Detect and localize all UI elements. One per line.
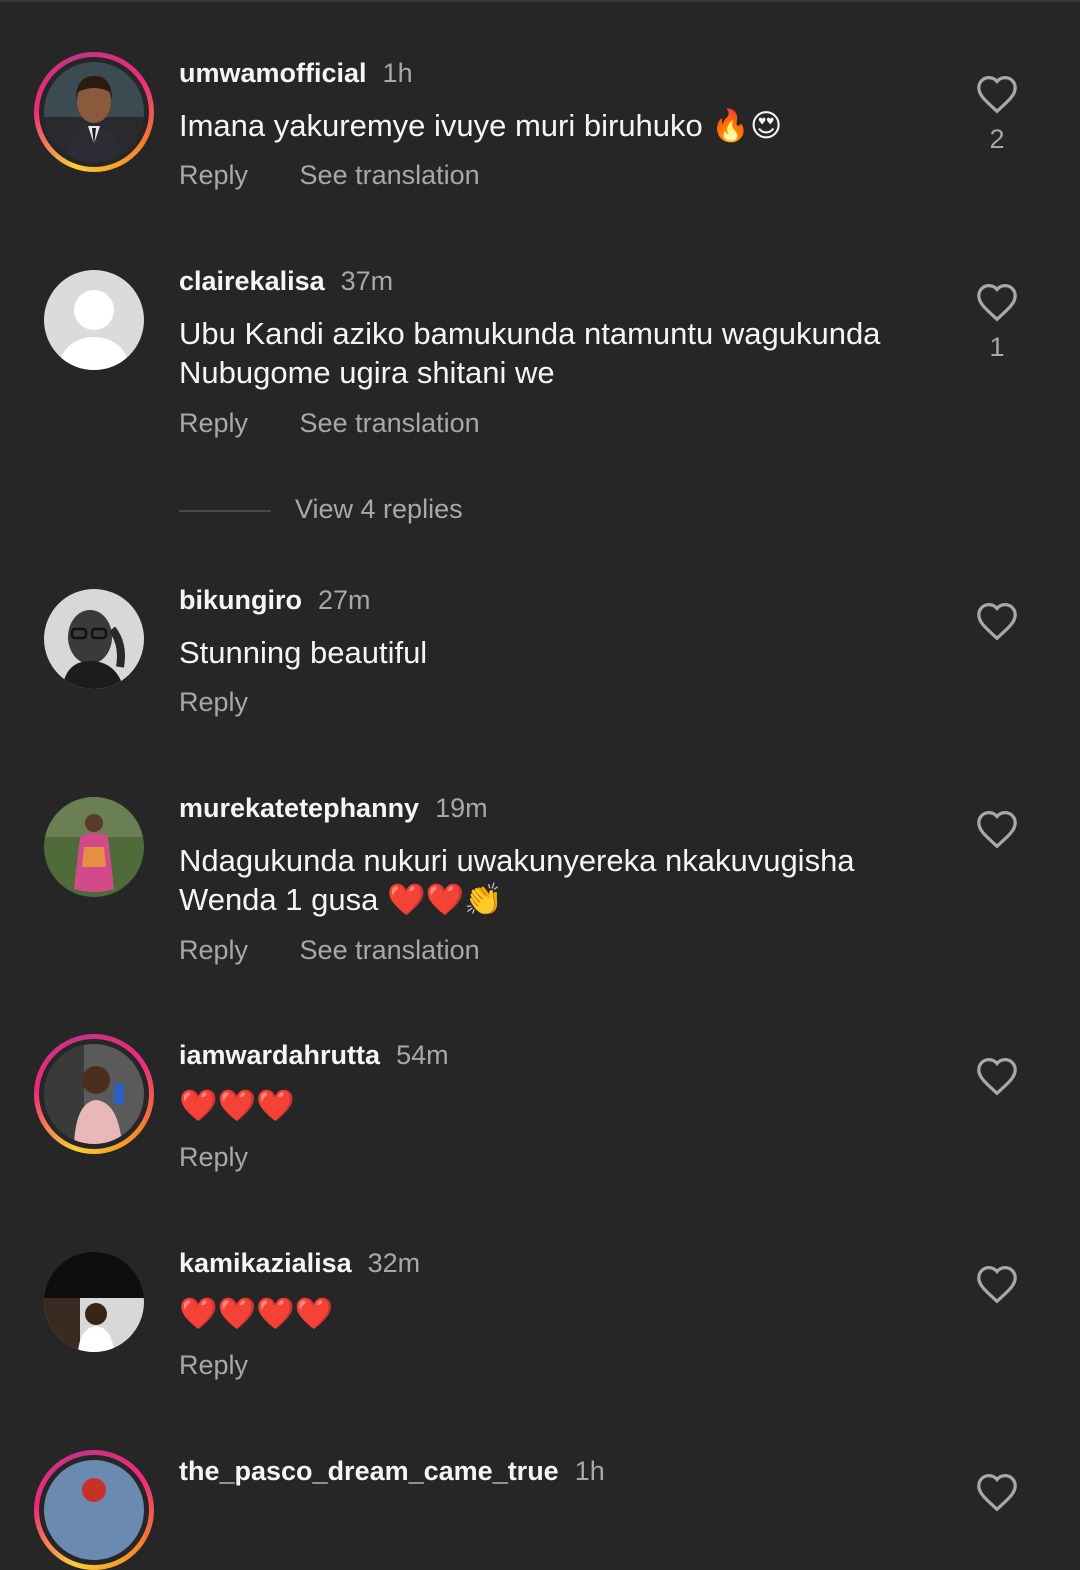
reply-button[interactable]: Reply: [179, 408, 248, 439]
reply-button[interactable]: Reply: [179, 935, 248, 966]
comment-time: 54m: [396, 1040, 449, 1070]
like-button[interactable]: [974, 601, 1020, 641]
avatar[interactable]: [34, 1242, 154, 1362]
comment-text: Imana yakuremye ivuye muri biruhuko 🔥😍: [179, 108, 783, 143]
like-count: 1: [989, 332, 1005, 362]
heart-outline-icon: [977, 1473, 1017, 1512]
see-translation-button[interactable]: See translation: [300, 408, 480, 439]
reply-button[interactable]: Reply: [179, 687, 248, 718]
like-button[interactable]: 1: [974, 282, 1020, 363]
comment-time: 37m: [340, 266, 394, 296]
heart-outline-icon: [977, 810, 1017, 849]
comment-text: Ndagukunda nukuri uwakunyereka nkakuvugi…: [179, 843, 855, 917]
comment-time: 19m: [435, 793, 488, 823]
avatar-image: [44, 62, 144, 162]
avatar[interactable]: [34, 1034, 154, 1154]
comment-username[interactable]: kamikazialisa: [179, 1248, 352, 1278]
like-button[interactable]: 2: [974, 74, 1020, 155]
comment-username[interactable]: clairekalisa: [179, 266, 325, 296]
avatar[interactable]: [34, 52, 154, 172]
like-button[interactable]: [974, 809, 1020, 849]
heart-outline-icon: [977, 75, 1017, 114]
avatar[interactable]: [34, 260, 154, 380]
comment-time: 1h: [382, 58, 413, 88]
top-divider: [0, 0, 1080, 2]
like-button[interactable]: [974, 1264, 1020, 1304]
comment-username[interactable]: bikungiro: [179, 585, 302, 615]
see-translation-button[interactable]: See translation: [300, 935, 480, 966]
see-translation-button[interactable]: See translation: [300, 160, 480, 191]
view-replies-label: View 4 replies: [295, 494, 463, 524]
reply-button[interactable]: Reply: [179, 1142, 248, 1173]
comment-username[interactable]: murekatetephanny: [179, 793, 419, 823]
comment-text: Ubu Kandi aziko bamukunda ntamuntu waguk…: [179, 316, 881, 390]
reply-button[interactable]: Reply: [179, 160, 248, 191]
comment-username[interactable]: the_pasco_dream_came_true: [179, 1456, 559, 1486]
comment-username[interactable]: iamwardahrutta: [179, 1040, 380, 1070]
like-count: 2: [989, 124, 1005, 154]
avatar-image: [44, 589, 144, 689]
avatar[interactable]: [34, 579, 154, 699]
heart-outline-icon: [977, 1057, 1017, 1096]
like-button[interactable]: [974, 1472, 1020, 1512]
avatar[interactable]: [34, 787, 154, 907]
heart-outline-icon: [977, 283, 1017, 322]
avatar[interactable]: [34, 1450, 154, 1570]
view-replies-button[interactable]: View 4 replies: [179, 494, 463, 525]
like-button[interactable]: [974, 1056, 1020, 1096]
comment-time: 32m: [367, 1248, 421, 1278]
avatar-image: [44, 797, 144, 897]
avatar-image: [44, 1044, 144, 1144]
comment-text: ❤️❤️❤️: [179, 1088, 295, 1123]
avatar-image: [44, 270, 144, 370]
avatar-image: [44, 1460, 144, 1560]
reply-button[interactable]: Reply: [179, 1350, 248, 1381]
avatar-image: [44, 1252, 144, 1352]
heart-outline-icon: [977, 602, 1017, 641]
comment-text: ❤️❤️❤️❤️: [179, 1296, 334, 1331]
replies-divider: [179, 509, 271, 512]
comment-time: 1h: [574, 1456, 605, 1486]
comment-username[interactable]: umwamofficial: [179, 58, 367, 88]
heart-outline-icon: [977, 1265, 1017, 1304]
comment-text: Stunning beautiful: [179, 635, 428, 670]
comment-time: 27m: [318, 585, 371, 615]
